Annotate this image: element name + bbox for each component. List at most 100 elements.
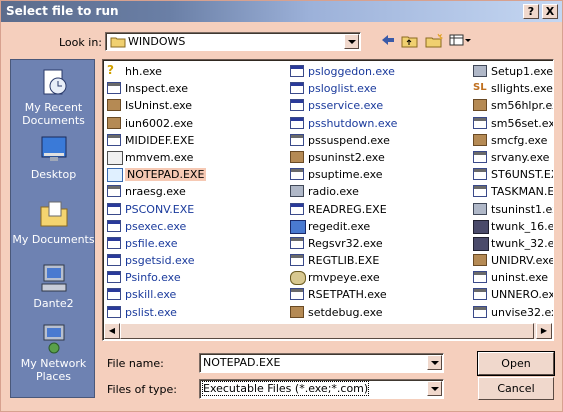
modem-icon [473, 99, 487, 112]
file-column-2: psloggedon.exe psloglist.exe psservice.e… [288, 63, 397, 321]
registry-editor-icon [290, 219, 306, 234]
file-item[interactable]: pslist.exe [105, 304, 206, 321]
file-column-3: Setup1.exe SLsllights.exe sm56hlpr.exe s… [471, 63, 553, 321]
exe-file-icon [107, 202, 121, 215]
file-item[interactable]: ? hh.exe [105, 63, 206, 80]
file-item[interactable]: pskill.exe [105, 286, 206, 303]
exe-file-icon [107, 305, 121, 318]
horizontal-scrollbar[interactable]: ◀ ▶ [104, 323, 552, 339]
file-item[interactable]: ST6UNST.EXE [471, 166, 553, 183]
file-item[interactable]: psfile.exe [105, 235, 206, 252]
modem-icon [473, 133, 487, 146]
file-item[interactable]: srvany.exe [471, 149, 553, 166]
file-item[interactable]: READREG.EXE [288, 201, 397, 218]
file-item[interactable]: psshutdown.exe [288, 115, 397, 132]
driver-icon [473, 254, 487, 267]
exe-file-icon [290, 236, 304, 249]
file-item[interactable]: IsUninst.exe [105, 97, 206, 114]
place-label: Dante2 [33, 297, 74, 310]
file-item[interactable]: smcfg.exe [471, 132, 553, 149]
scroll-right-button[interactable]: ▶ [536, 323, 552, 339]
place-desktop[interactable]: Desktop [11, 133, 96, 181]
exe-file-icon [107, 271, 121, 284]
up-folder-icon[interactable] [400, 33, 420, 51]
file-item[interactable]: unvise32.exe [471, 304, 553, 321]
eye-icon [290, 271, 306, 286]
exe-file-icon [290, 116, 304, 129]
file-item[interactable]: RSETPATH.exe [288, 286, 397, 303]
file-item[interactable]: PSCONV.EXE [105, 201, 206, 218]
scrollbar-thumb[interactable] [120, 323, 534, 339]
file-item[interactable]: psloggedon.exe [288, 63, 397, 80]
scanner-icon [473, 219, 489, 234]
look-in-combo[interactable]: WINDOWS [105, 32, 361, 51]
window-title: Select file to run [6, 4, 119, 18]
file-item[interactable]: psloglist.exe [288, 80, 397, 97]
place-my-recent-documents[interactable]: My Recent Documents [11, 66, 96, 127]
back-arrow-icon[interactable] [378, 33, 398, 51]
file-list[interactable]: ? hh.exe Inspect.exe IsUninst.exe iun6002… [102, 59, 554, 341]
exe-file-icon [290, 288, 304, 301]
file-item[interactable]: iun6002.exe [105, 115, 206, 132]
place-my-network-places[interactable]: My Network Places [11, 322, 96, 383]
file-item[interactable]: Psinfo.exe [105, 269, 206, 286]
exe-file-icon [290, 168, 304, 181]
file-item[interactable]: twunk_16.ex [471, 218, 553, 235]
files-of-type-select[interactable]: Executable Files (*.exe;*.com) [199, 379, 444, 399]
exe-file-icon [107, 254, 121, 267]
file-item[interactable]: rmvpeye.exe [288, 269, 397, 286]
look-in-dropdown-button[interactable] [344, 34, 359, 49]
file-item[interactable]: tsuninst1.exe [471, 201, 553, 218]
new-folder-icon[interactable] [424, 33, 444, 51]
my-computer-icon [38, 262, 70, 294]
close-button[interactable]: X [542, 4, 558, 19]
file-item[interactable]: uninst.exe [471, 269, 553, 286]
setup-icon [290, 305, 304, 318]
help-button[interactable]: ? [523, 4, 539, 19]
file-item[interactable]: psgetsid.exe [105, 252, 206, 269]
file-item[interactable]: Inspect.exe [105, 80, 206, 97]
file-item[interactable]: nraesg.exe [105, 183, 206, 200]
files-of-type-value: Executable Files (*.exe;*.com) [201, 381, 370, 396]
file-item[interactable]: psuninst2.exe [288, 149, 397, 166]
file-item[interactable]: MIDIDEF.EXE [105, 132, 206, 149]
file-item[interactable]: UNIDRV.exe [471, 252, 553, 269]
place-label: My Recent Documents [22, 101, 85, 127]
exe-file-icon [473, 185, 487, 198]
scroll-left-button[interactable]: ◀ [104, 323, 120, 339]
file-item-selected[interactable]: NOTEPAD.EXE [105, 166, 207, 183]
exe-file-icon [107, 288, 121, 301]
file-item[interactable]: radio.exe [288, 183, 397, 200]
file-item[interactable]: Regsvr32.exe [288, 235, 397, 252]
exe-file-icon [473, 305, 487, 318]
files-of-type-label: Files of type: [107, 383, 178, 396]
sl-icon: SL [473, 82, 487, 94]
file-item[interactable]: pssuspend.exe [288, 132, 397, 149]
file-item[interactable]: sm56hlpr.exe [471, 97, 553, 114]
title-bar[interactable]: Select file to run ? X [1, 1, 562, 22]
folder-icon [110, 37, 126, 48]
file-name-input[interactable]: NOTEPAD.EXE [199, 353, 444, 373]
exe-file-icon [473, 271, 487, 284]
file-item[interactable]: setdebug.exe [288, 304, 397, 321]
place-dante2[interactable]: Dante2 [11, 262, 96, 310]
files-of-type-dropdown-button[interactable] [427, 381, 442, 396]
file-item[interactable]: psexec.exe [105, 218, 206, 235]
file-item[interactable]: TASKMAN.EX [471, 183, 553, 200]
view-menu-icon[interactable] [448, 33, 472, 51]
file-item[interactable]: psservice.exe [288, 97, 397, 114]
look-in-label: Look in: [59, 36, 102, 49]
file-item[interactable]: REGTLIB.EXE [288, 252, 397, 269]
cancel-button[interactable]: Cancel [478, 377, 554, 400]
file-item[interactable]: twunk_32.ex [471, 235, 553, 252]
file-item[interactable]: sm56set.exe [471, 115, 553, 132]
open-button[interactable]: Open [477, 351, 555, 376]
file-item[interactable]: mmvem.exe [105, 149, 206, 166]
file-item[interactable]: UNNERO.exe [471, 286, 553, 303]
place-my-documents[interactable]: My Documents [11, 198, 96, 246]
file-item[interactable]: regedit.exe [288, 218, 397, 235]
file-name-dropdown-button[interactable] [427, 355, 442, 370]
file-item[interactable]: SL sllights.exe [471, 80, 553, 97]
file-item[interactable]: psuptime.exe [288, 166, 397, 183]
file-item[interactable]: Setup1.exe [471, 63, 553, 80]
